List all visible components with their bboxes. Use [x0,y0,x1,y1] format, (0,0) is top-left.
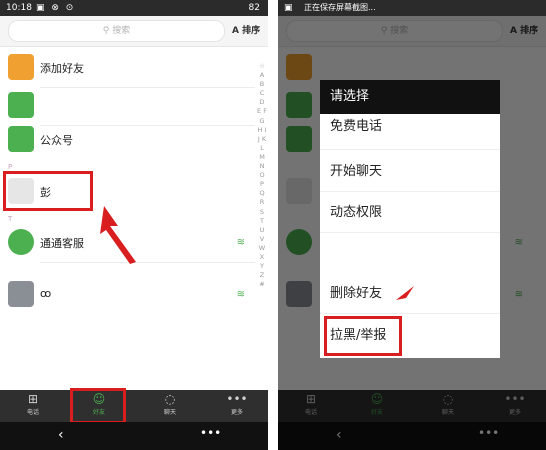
sort-icon: A [232,26,239,36]
phone-icon [8,229,34,255]
list-item-add-friend[interactable]: 添加好友 [0,48,255,88]
wifi-icon: ≋ [236,289,245,300]
nav-phone[interactable]: ⊞ 电话 [6,390,60,422]
sort-label: 排序 [242,26,261,36]
menu-item-free-call[interactable]: 免费电话 [320,114,500,150]
back-icon[interactable]: ‹ [58,427,64,443]
nav-chat[interactable]: ◌ 聊天 [143,390,197,422]
nav-label: 电话 [26,409,39,416]
highlight-box [70,388,126,424]
highlight-box [3,171,93,211]
add-friend-label: 添加好友 [40,62,84,75]
avatar [8,281,34,307]
battery-level: 82 [248,3,260,13]
status-bar: 10:18 ▣ ⊗ ⊙ 82 [0,0,268,16]
public-account-label: 公众号 [40,134,73,147]
left-screen: 10:18 ▣ ⊗ ⊙ 82 ⚲ 搜索 A 排序 添加好友 公众号 P 彭 T … [0,0,268,450]
contact-name: ꝏ [40,287,52,300]
menu-title: 请选择 [320,80,500,114]
search-icon: ⚲ [102,26,113,36]
menu-item-permissions[interactable]: 动态权限 [320,193,500,233]
nav-label: 更多 [230,409,243,416]
status-time: 10:18 [6,3,32,13]
add-friend-icon [8,54,34,80]
screenshot-icon: ▣ [284,3,293,13]
sort-button[interactable]: A 排序 [232,23,260,36]
chat-icon: ◌ [164,392,176,406]
search-placeholder: 搜索 [112,26,131,36]
menu-icon[interactable]: ••• [200,426,221,440]
status-caption: 正在保存屏幕截图... [304,3,376,12]
bottom-nav: ⊞电话 ☺好友 ◌聊天 •••更多 [0,390,268,422]
nav-more[interactable]: ••• 更多 [210,390,264,422]
list-item-contact[interactable]: ꝏ ≋ [0,275,255,315]
search-input[interactable]: ⚲ 搜索 [8,20,225,42]
section-header-p: P [8,163,13,171]
arrow-icon [100,206,136,264]
service-label: 通通客服 [40,237,84,250]
section-header-t: T [8,215,13,223]
system-nav: ‹ ••• [0,422,268,450]
status-icons: ▣ ⊗ ⊙ [36,3,76,13]
right-screen: ▣ 正在保存屏幕截图... ⚲ 搜索 A 排序 ≋ ≋ ⊞电话 ☺好友 ◌聊天 … [278,0,546,450]
list-item-public-account[interactable]: 公众号 [0,120,255,160]
alphabet-index[interactable]: ☆ A B C D E F G H I J K L M N O P Q R S … [257,62,267,289]
search-bar: ⚲ 搜索 A 排序 [0,16,268,47]
highlight-box [324,316,402,356]
arrow-icon [396,286,414,300]
dialpad-icon: ⊞ [27,392,39,406]
group-icon [8,92,34,118]
shield-icon [8,126,34,152]
more-icon: ••• [226,392,248,406]
status-bar: ▣ 正在保存屏幕截图... [278,0,546,16]
nav-label: 聊天 [163,409,176,416]
menu-item-start-chat[interactable]: 开始聊天 [320,152,500,192]
wifi-icon: ≋ [236,237,245,248]
